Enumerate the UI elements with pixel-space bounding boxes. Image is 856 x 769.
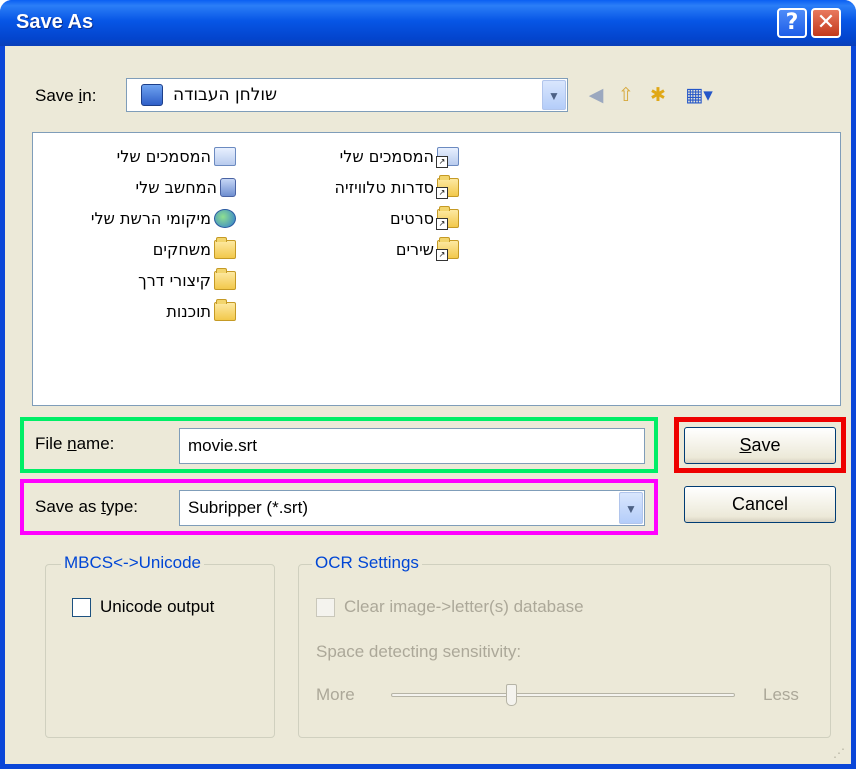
slider-more-label: More bbox=[316, 685, 355, 704]
folder-icon bbox=[214, 267, 236, 290]
chevron-down-icon[interactable]: ▼ bbox=[542, 80, 566, 110]
folder-shortcut-icon bbox=[436, 236, 459, 261]
title-bar[interactable]: Save As ? ✕ bbox=[0, 0, 856, 46]
folder-shortcut-icon bbox=[436, 205, 459, 230]
new-folder-icon[interactable]: ✱ bbox=[645, 82, 671, 108]
close-button[interactable]: ✕ bbox=[811, 8, 841, 38]
my-computer-icon bbox=[220, 177, 236, 197]
list-item-label: המסמכים שלי bbox=[339, 146, 434, 166]
file-name-label: File name: bbox=[35, 434, 115, 453]
list-item[interactable]: סדרות טלוויזיה bbox=[246, 174, 459, 200]
list-item[interactable]: סרטים bbox=[246, 205, 459, 231]
mbcs-group: MBCS<->Unicode Unicode output bbox=[45, 553, 275, 738]
sensitivity-label: Space detecting sensitivity: bbox=[316, 642, 522, 661]
save-type-select[interactable]: Subripper (*.srt) ▼ bbox=[179, 490, 645, 526]
ocr-settings-group: OCR Settings Clear image->letter(s) data… bbox=[298, 553, 831, 738]
desktop-icon bbox=[141, 84, 163, 106]
save-type-label: Save as type: bbox=[35, 497, 139, 516]
list-item[interactable]: תוכנות bbox=[33, 298, 236, 324]
list-item-label: תוכנות bbox=[166, 301, 211, 321]
sensitivity-slider-track bbox=[391, 693, 735, 697]
list-item[interactable]: קיצורי דרך bbox=[33, 267, 236, 293]
list-item-label: משחקים bbox=[152, 239, 211, 259]
sensitivity-slider-thumb[interactable] bbox=[506, 684, 517, 706]
list-item-label: המסמכים שלי bbox=[116, 146, 211, 166]
dialog-body: Save in: שולחן העבודה ▼ ◀ ⇧ ✱ ▦▾ המסמכים… bbox=[5, 46, 851, 764]
folder-icon bbox=[214, 236, 236, 259]
list-item[interactable]: המסמכים שלי bbox=[246, 143, 459, 169]
list-item[interactable]: מיקומי הרשת שלי bbox=[33, 205, 236, 231]
up-folder-icon[interactable]: ⇧ bbox=[613, 82, 639, 108]
clear-database-label: Clear image->letter(s) database bbox=[344, 597, 584, 616]
list-item-label: קיצורי דרך bbox=[138, 270, 211, 290]
documents-shortcut-icon bbox=[436, 146, 459, 168]
ocr-group-title: OCR Settings bbox=[312, 553, 422, 573]
folder-icon bbox=[214, 298, 236, 321]
help-button[interactable]: ? bbox=[777, 8, 807, 38]
list-item-label: סדרות טלוויזיה bbox=[334, 177, 434, 197]
file-name-value: movie.srt bbox=[188, 436, 257, 455]
network-places-icon bbox=[214, 208, 236, 228]
list-item[interactable]: המחשב שלי bbox=[33, 174, 236, 200]
resize-grip-icon[interactable]: ⋰ bbox=[833, 746, 847, 760]
my-documents-icon bbox=[214, 146, 236, 166]
list-item-label: מיקומי הרשת שלי bbox=[90, 208, 211, 228]
list-item[interactable]: שירים bbox=[246, 236, 459, 262]
save-as-dialog: Save As ? ✕ Save in: שולחן העבודה ▼ ◀ ⇧ … bbox=[0, 0, 856, 769]
list-item-label: המחשב שלי bbox=[135, 177, 217, 197]
save-in-value: שולחן העבודה bbox=[173, 85, 278, 105]
save-in-label: Save in: bbox=[35, 86, 97, 105]
list-item[interactable]: משחקים bbox=[33, 236, 236, 262]
dialog-title: Save As bbox=[16, 11, 94, 33]
list-item-label: סרטים bbox=[390, 208, 434, 228]
list-item-label: שירים bbox=[395, 239, 434, 259]
slider-less-label: Less bbox=[763, 685, 799, 704]
file-name-field[interactable]: movie.srt bbox=[179, 428, 645, 464]
cancel-button[interactable]: Cancel bbox=[684, 486, 836, 523]
list-item[interactable]: המסמכים שלי bbox=[33, 143, 236, 169]
clear-database-checkbox[interactable] bbox=[316, 598, 335, 617]
save-button[interactable]: Save bbox=[684, 427, 836, 464]
file-list[interactable]: המסמכים שלי המחשב שלי מיקומי הרשת שלי מש… bbox=[32, 132, 841, 406]
unicode-output-checkbox[interactable] bbox=[72, 598, 91, 617]
chevron-down-icon[interactable]: ▼ bbox=[619, 492, 643, 524]
folder-shortcut-icon bbox=[436, 174, 459, 199]
view-menu-icon[interactable]: ▦▾ bbox=[679, 82, 719, 108]
mbcs-group-title: MBCS<->Unicode bbox=[61, 553, 205, 573]
save-in-combo[interactable]: שולחן העבודה ▼ bbox=[126, 78, 568, 112]
save-type-value: Subripper (*.srt) bbox=[188, 498, 308, 517]
unicode-output-label[interactable]: Unicode output bbox=[100, 597, 214, 617]
back-icon[interactable]: ◀ bbox=[583, 82, 609, 108]
